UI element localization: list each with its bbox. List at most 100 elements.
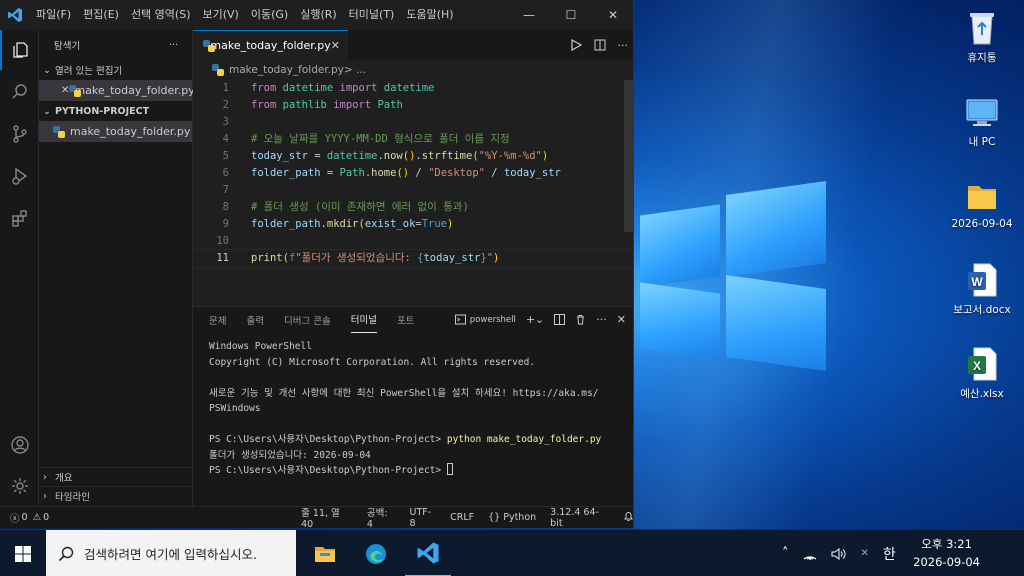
code-line: 3 [193,114,633,131]
clock-time: 오후 3:21 [921,537,972,551]
volume-icon[interactable] [831,547,847,560]
code-line: 1 from datetime import datetime [193,80,633,97]
desktop-icon-recycle-bin[interactable]: 휴지통 [940,10,1024,65]
line-number: 5 [222,150,229,162]
accounts-icon[interactable] [0,425,39,465]
close-icon[interactable]: ✕ [61,85,69,96]
cursor-position[interactable]: 줄 11, 열 40 [301,505,353,528]
terminal-line: 폴더가 생성되었습니다: 2026-09-04 [209,449,371,461]
run-debug-icon[interactable] [0,156,39,196]
notifications-bell-icon[interactable] [623,511,633,525]
tab-output[interactable]: 출력 [246,307,263,333]
menu-edit[interactable]: 편집(E) [77,0,125,30]
desktop-icon-label: 내 PC [968,136,996,148]
menu-go[interactable]: 이동(G) [245,0,294,30]
tab-problems[interactable]: 문제 [209,307,226,333]
terminal-prompt: PS C:\Users\사용자\Desktop\Python-Project> [209,434,447,445]
problems-status[interactable]: ⓧ 0 ⚠ 0 [10,511,49,525]
close-panel-icon[interactable]: ✕ [617,313,626,326]
line-number: 9 [222,218,229,230]
indentation-status[interactable]: 공백: 4 [367,505,396,528]
network-icon[interactable] [803,548,817,560]
menu-terminal[interactable]: 터미널(T) [343,0,401,30]
language-mode[interactable]: {} Python [488,512,536,523]
open-editor-item[interactable]: ✕ make_today_folder.py [39,80,195,101]
desktop-icon-word-document[interactable]: W 보고서.docx [940,262,1024,317]
code-area[interactable]: 1 from datetime import datetime 2 from pat… [192,80,633,268]
split-terminal-icon[interactable] [554,314,566,325]
menu-help[interactable]: 도움말(H) [400,0,459,30]
tab-ports[interactable]: 포트 [397,307,414,333]
minimize-button[interactable]: — [508,0,550,30]
kill-terminal-icon[interactable] [575,314,586,325]
more-actions-icon[interactable]: ··· [169,40,178,51]
desktop-icon-folder[interactable]: 2026-09-04 [940,178,1024,230]
timeline-header: 타임라인 [55,492,90,503]
settings-gear-icon[interactable] [0,466,39,506]
maximize-button[interactable]: ☐ [550,0,592,30]
ime-indicator[interactable]: 한 [883,544,896,564]
tab-terminal[interactable]: 터미널 [350,306,377,333]
menu-run[interactable]: 실행(R) [294,0,342,30]
menu-view[interactable]: 보기(V) [196,0,244,30]
code-line: 8 # 폴더 생성 (이미 존재하면 에러 없이 통과) [193,199,633,216]
explorer-title: 탐색기 [54,41,81,52]
project-section[interactable]: ⌄ PYTHON-PROJECT [39,101,192,121]
vscode-taskbar-icon[interactable] [405,530,451,576]
braces-icon: {} [488,512,501,523]
vscode-logo-icon [0,0,30,30]
extensions-icon[interactable] [0,198,39,238]
shell-name: powershell [469,314,516,325]
file-explorer-taskbar-icon[interactable] [302,530,348,576]
new-terminal-icon[interactable]: +⌄ [526,313,544,326]
eol-status[interactable]: CRLF [450,512,474,523]
taskbar-search-box[interactable]: 검색하려면 여기에 입력하십시오. [46,530,296,576]
python-file-icon [53,125,65,138]
menu-file[interactable]: 파일(F) [30,0,77,30]
desktop-icon-label: 휴지통 [967,52,997,64]
editor-scrollbar[interactable] [624,80,633,232]
project-file-item[interactable]: make_today_folder.py [39,121,192,142]
tab-debug-console[interactable]: 디버그 콘솔 [284,307,331,333]
desktop-icon-excel-document[interactable]: X 예산.xlsx [940,346,1024,401]
outline-header: 개요 [55,473,73,484]
start-button[interactable] [0,530,46,576]
panel-actions: powershell +⌄ ··· ✕ [454,307,626,332]
windows-logo-icon [15,545,31,562]
split-editor-icon[interactable] [594,39,606,51]
chevron-up-icon[interactable]: ˄ [782,546,789,561]
system-tray: ˄ ✕ 한 [782,530,896,576]
tab-make-today-folder[interactable]: make_today_folder.py ✕ [193,30,348,60]
source-control-icon[interactable] [0,114,39,154]
run-file-icon[interactable] [570,39,582,51]
terminal-shell-selector[interactable]: powershell [454,314,516,325]
clock[interactable]: 오후 3:21 2026-09-04 [913,535,980,571]
timeline-section[interactable]: › 타임라인 [39,486,193,505]
desktop-icon-this-pc[interactable]: 내 PC [940,94,1024,149]
editor-group: make_today_folder.py ✕ ··· make_today_fo… [192,30,633,306]
code-line: 9 folder_path.mkdir(exist_ok=True) [193,216,633,233]
menu-selection[interactable]: 선택 영역(S) [125,0,197,30]
code-line-current: 11 print(f"폴더가 생성되었습니다: {today_str}") [192,249,633,268]
project-header: PYTHON-PROJECT [55,105,150,117]
panel-more-icon[interactable]: ··· [596,313,607,326]
chevron-down-icon: ⌄ [43,105,51,117]
edge-taskbar-icon[interactable] [353,530,399,576]
terminal-line: 새로운 기능 및 개선 사항에 대한 최신 PowerShell을 설치 하세요… [209,387,599,399]
close-icon[interactable]: ✕ [861,548,869,559]
outline-section[interactable]: › 개요 [39,467,193,486]
explorer-sidebar: 탐색기 ··· ⌄ 열려 있는 편집기 ✕ make_today_folder.… [39,30,195,506]
code-line: 4 # 오늘 날짜를 YYYY-MM-DD 형식으로 폴더 이름 지정 [193,131,633,148]
tab-close-icon[interactable]: ✕ [331,39,340,52]
search-icon[interactable] [0,72,39,112]
breadcrumb-file[interactable]: make_today_folder.py [229,64,344,76]
chevron-down-icon: ⌄ [43,64,51,76]
terminal-output[interactable]: Windows PowerShell Copyright (C) Microso… [209,339,629,479]
close-window-button[interactable]: ✕ [592,0,633,30]
editor-more-icon[interactable]: ··· [618,39,629,52]
explorer-icon[interactable] [0,30,39,70]
open-editors-section[interactable]: ⌄ 열려 있는 편집기 [39,60,192,80]
line-number: 8 [222,201,229,213]
encoding-status[interactable]: UTF-8 [409,507,436,529]
python-interpreter[interactable]: 3.12.4 64-bit [550,507,609,529]
